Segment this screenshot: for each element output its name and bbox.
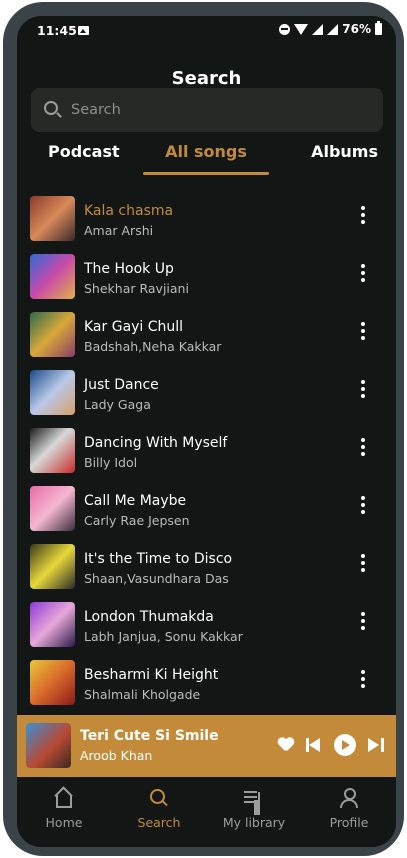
- active-tab-indicator: [143, 172, 269, 175]
- more-options-icon[interactable]: [358, 206, 368, 228]
- song-title: Kar Gayi Chull: [84, 319, 184, 335]
- song-artist: Shekhar Ravjiani: [84, 281, 189, 296]
- list-item[interactable]: Dancing With Myself Billy Idol: [17, 424, 396, 482]
- list-item[interactable]: Besharmi Ki Height Shalmali Kholgade: [17, 656, 396, 714]
- power-button: [400, 224, 404, 270]
- signal-icon: [327, 23, 339, 35]
- album-art: [30, 544, 75, 589]
- more-options-icon[interactable]: [358, 322, 368, 344]
- battery-icon: [375, 21, 382, 35]
- song-title: Kala chasma: [84, 203, 174, 219]
- nav-label: Home: [45, 815, 83, 830]
- do-not-disturb-icon: [279, 23, 291, 35]
- status-indicators: 76%: [279, 21, 382, 36]
- album-art: [30, 196, 75, 241]
- album-art: [30, 428, 75, 473]
- nav-home[interactable]: Home: [19, 787, 109, 830]
- list-item[interactable]: Just Dance Lady Gaga: [17, 366, 396, 424]
- song-title: The Hook Up: [84, 261, 174, 277]
- song-artist: Amar Arshi: [84, 223, 154, 238]
- song-artist: Shaan,Vasundhara Das: [84, 571, 229, 586]
- search-icon: [44, 101, 58, 115]
- tab-podcast[interactable]: Podcast: [48, 142, 120, 161]
- list-item[interactable]: Kala chasma Amar Arshi: [17, 192, 396, 250]
- song-artist: Lady Gaga: [84, 397, 151, 412]
- skip-previous-icon[interactable]: [306, 737, 322, 753]
- album-art: [30, 486, 75, 531]
- song-artist: Labh Janjua, Sonu Kakkar: [84, 629, 243, 644]
- nav-search[interactable]: Search: [114, 787, 204, 830]
- search-icon: [148, 787, 170, 809]
- nav-profile[interactable]: Profile: [304, 787, 394, 830]
- app-screen: 11:45 76% Search Podcast All songs Album…: [17, 16, 396, 847]
- tab-all-songs[interactable]: All songs: [143, 142, 269, 161]
- list-item[interactable]: Call Me Maybe Carly Rae Jepsen: [17, 482, 396, 540]
- home-icon: [53, 787, 75, 809]
- gallery-notification-icon: [78, 26, 89, 35]
- signal-icon: [312, 23, 324, 35]
- list-item[interactable]: London Thumakda Labh Janjua, Sonu Kakkar: [17, 598, 396, 656]
- search-bar[interactable]: [31, 88, 383, 132]
- list-item[interactable]: It's the Time to Disco Shaan,Vasundhara …: [17, 540, 396, 598]
- heart-icon[interactable]: [278, 738, 294, 753]
- now-playing-bar[interactable]: Teri Cute Si Smile Aroob Khan: [17, 715, 396, 777]
- now-playing-title: Teri Cute Si Smile: [80, 728, 219, 744]
- battery-percent: 76%: [342, 22, 371, 36]
- song-artist: Shalmali Kholgade: [84, 687, 201, 702]
- list-item[interactable]: The Hook Up Shekhar Ravjiani: [17, 250, 396, 308]
- album-art: [30, 370, 75, 415]
- nav-my-library[interactable]: My library: [209, 787, 299, 830]
- album-art: [30, 660, 75, 705]
- phone-frame: 11:45 76% Search Podcast All songs Album…: [3, 2, 404, 856]
- song-title: London Thumakda: [84, 609, 214, 625]
- tab-albums[interactable]: Albums: [311, 142, 378, 161]
- song-list: Kala chasma Amar Arshi The Hook Up Shekh…: [17, 182, 396, 714]
- album-art: [30, 254, 75, 299]
- more-options-icon[interactable]: [358, 264, 368, 286]
- play-icon[interactable]: [334, 734, 356, 756]
- nav-label: Search: [137, 815, 181, 830]
- more-options-icon[interactable]: [358, 496, 368, 518]
- more-options-icon[interactable]: [358, 612, 368, 634]
- playback-controls: [278, 734, 384, 756]
- status-bar: 11:45 76%: [17, 16, 396, 46]
- library-icon: [243, 787, 265, 809]
- more-options-icon[interactable]: [358, 554, 368, 576]
- album-art: [30, 312, 75, 357]
- category-tabs: Podcast All songs Albums: [17, 142, 396, 176]
- song-title: Call Me Maybe: [84, 493, 187, 509]
- song-artist: Billy Idol: [84, 455, 138, 470]
- wifi-icon: [294, 23, 309, 35]
- song-artist: Badshah,Neha Kakkar: [84, 339, 222, 354]
- song-title: Just Dance: [84, 377, 159, 393]
- nav-label: My library: [222, 815, 286, 830]
- more-options-icon[interactable]: [358, 670, 368, 692]
- song-title: It's the Time to Disco: [84, 551, 233, 567]
- search-input[interactable]: [71, 88, 371, 132]
- page-title: Search: [171, 68, 242, 89]
- side-button: [3, 198, 7, 300]
- bottom-navigation: Home Search My library Profile: [17, 777, 396, 847]
- status-time: 11:45: [37, 23, 77, 38]
- list-item[interactable]: Kar Gayi Chull Badshah,Neha Kakkar: [17, 308, 396, 366]
- more-options-icon[interactable]: [358, 380, 368, 402]
- song-title: Dancing With Myself: [84, 435, 228, 451]
- now-playing-artist: Aroob Khan: [80, 748, 153, 763]
- now-playing-album-art: [26, 723, 71, 768]
- skip-next-icon[interactable]: [368, 737, 384, 753]
- nav-label: Profile: [329, 815, 369, 830]
- profile-icon: [338, 787, 360, 809]
- volume-button: [400, 314, 404, 378]
- more-options-icon[interactable]: [358, 438, 368, 460]
- song-title: Besharmi Ki Height: [84, 667, 219, 683]
- song-artist: Carly Rae Jepsen: [84, 513, 190, 528]
- album-art: [30, 602, 75, 647]
